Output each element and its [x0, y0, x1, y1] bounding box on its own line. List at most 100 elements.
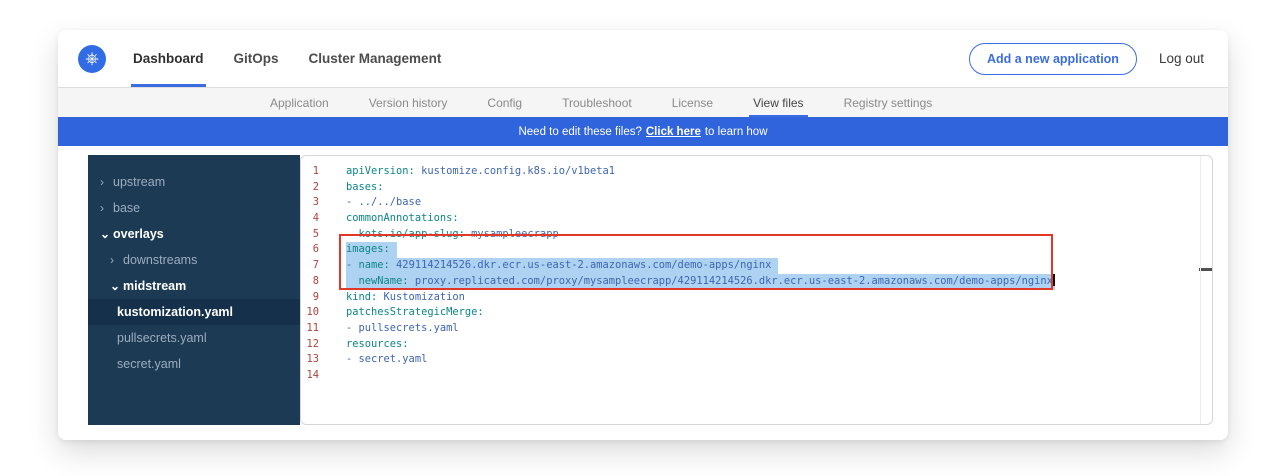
- code-text: bases:: [346, 180, 384, 196]
- application-tabs-bar: ApplicationVersion historyConfigTroubles…: [58, 88, 1228, 117]
- code-segment: commonAnnotations:: [346, 212, 459, 224]
- tree-item-label: secret.yaml: [117, 357, 181, 371]
- code-text: - secret.yaml: [346, 352, 427, 368]
- code-segment: [346, 228, 359, 240]
- main-nav: DashboardGitOpsCluster Management: [118, 30, 456, 87]
- editor-scrollbar-thumb[interactable]: [1199, 268, 1212, 271]
- line-number: 13: [301, 352, 319, 368]
- chevron-right-icon: ›: [100, 202, 113, 214]
- text-cursor: [1053, 274, 1055, 286]
- tree-file-pullsecrets-yaml[interactable]: pullsecrets.yaml: [88, 325, 300, 351]
- code-line: 12 resources:: [301, 337, 1212, 353]
- code-segment: kots.io/app-slug:: [359, 228, 465, 240]
- code-line: 13 - secret.yaml: [301, 352, 1212, 368]
- code-segment: - secret.yaml: [346, 353, 427, 365]
- line-number: 12: [301, 337, 319, 353]
- code-text: - name: 429114214526.dkr.ecr.us-east-2.a…: [346, 258, 778, 274]
- code-area: 1 apiVersion: kustomize.config.k8s.io/v1b…: [301, 164, 1212, 384]
- edit-files-banner: Need to edit these files? Click here to …: [58, 117, 1228, 146]
- code-segment: name:: [359, 259, 390, 271]
- tree-item-label: overlays: [113, 227, 164, 241]
- code-segment: images:: [346, 243, 390, 255]
- code-line: 6 images:: [301, 242, 1212, 258]
- nav-tab-dashboard[interactable]: Dashboard: [118, 30, 219, 87]
- code-segment: mysampleecrapp: [465, 228, 559, 240]
- code-segment: - ../../base: [346, 196, 421, 208]
- line-number: 11: [301, 321, 319, 337]
- tree-folder-upstream[interactable]: ›upstream: [88, 169, 300, 195]
- code-text: kots.io/app-slug: mysampleecrapp: [346, 227, 559, 243]
- code-segment: - pullsecrets.yaml: [346, 322, 459, 334]
- line-number: 4: [301, 211, 319, 227]
- code-segment: patchesStrategicMerge:: [346, 306, 484, 318]
- tab-view-files[interactable]: View files: [733, 88, 823, 117]
- code-text: resources:: [346, 337, 409, 353]
- code-line: 8 newName: proxy.replicated.com/proxy/my…: [301, 274, 1212, 290]
- line-number: 5: [301, 227, 319, 243]
- add-application-button[interactable]: Add a new application: [969, 43, 1137, 75]
- code-segment: proxy.replicated.com/proxy/mysampleecrap…: [409, 275, 1053, 287]
- nav-tab-cluster-management[interactable]: Cluster Management: [294, 30, 457, 87]
- banner-text-suffix: to learn how: [705, 126, 768, 138]
- tree-folder-base[interactable]: ›base: [88, 195, 300, 221]
- line-number: 1: [301, 164, 319, 180]
- tab-troubleshoot[interactable]: Troubleshoot: [542, 88, 652, 117]
- file-tree-sidebar: ›upstream›base⌄overlays›downstreams⌄mids…: [88, 155, 300, 425]
- code-line: 4 commonAnnotations:: [301, 211, 1212, 227]
- code-text: images:: [346, 242, 397, 258]
- tab-version-history[interactable]: Version history: [349, 88, 468, 117]
- view-files-content: ›upstream›base⌄overlays›downstreams⌄mids…: [58, 146, 1228, 440]
- code-segment: -: [346, 259, 359, 271]
- tab-registry-settings[interactable]: Registry settings: [824, 88, 953, 117]
- chevron-down-icon: ⌄: [100, 228, 113, 240]
- code-segment: newName:: [359, 275, 409, 287]
- kubernetes-logo-icon: ⎈: [78, 45, 106, 73]
- code-text: patchesStrategicMerge:: [346, 305, 484, 321]
- tab-application[interactable]: Application: [250, 88, 349, 117]
- code-segment: apiVersion:: [346, 165, 415, 177]
- tree-item-label: kustomization.yaml: [117, 305, 233, 319]
- code-line: 5 kots.io/app-slug: mysampleecrapp: [301, 227, 1212, 243]
- tree-item-label: midstream: [123, 279, 186, 293]
- tab-config[interactable]: Config: [467, 88, 542, 117]
- code-segment: kustomize.config.k8s.io/v1beta1: [415, 165, 615, 177]
- code-line: 11 - pullsecrets.yaml: [301, 321, 1212, 337]
- tree-folder-overlays[interactable]: ⌄overlays: [88, 221, 300, 247]
- tree-file-kustomization-yaml[interactable]: kustomization.yaml: [88, 299, 300, 325]
- line-number: 2: [301, 180, 319, 196]
- admin-console-window: ⎈ DashboardGitOpsCluster Management Add …: [58, 30, 1228, 440]
- logout-link[interactable]: Log out: [1159, 51, 1204, 66]
- code-segment: bases:: [346, 181, 384, 193]
- line-number: 6: [301, 242, 319, 258]
- chevron-right-icon: ›: [100, 176, 113, 188]
- line-number: 3: [301, 195, 319, 211]
- chevron-right-icon: ›: [110, 254, 123, 266]
- tree-folder-midstream[interactable]: ⌄midstream: [88, 273, 300, 299]
- tree-folder-downstreams[interactable]: ›downstreams: [88, 247, 300, 273]
- tab-license[interactable]: License: [652, 88, 733, 117]
- click-here-link[interactable]: Click here: [646, 126, 701, 138]
- top-navigation-bar: ⎈ DashboardGitOpsCluster Management Add …: [58, 30, 1228, 88]
- code-text: commonAnnotations:: [346, 211, 459, 227]
- yaml-editor[interactable]: 1 apiVersion: kustomize.config.k8s.io/v1b…: [300, 155, 1213, 425]
- code-text: - pullsecrets.yaml: [346, 321, 459, 337]
- line-number: 8: [301, 274, 319, 290]
- tree-file-secret-yaml[interactable]: secret.yaml: [88, 351, 300, 377]
- code-segment: Kustomization: [377, 291, 465, 303]
- chevron-down-icon: ⌄: [110, 280, 123, 292]
- code-line: 10 patchesStrategicMerge:: [301, 305, 1212, 321]
- code-segment: resources:: [346, 338, 409, 350]
- code-line: 3 - ../../base: [301, 195, 1212, 211]
- tree-item-label: upstream: [113, 175, 165, 189]
- code-line: 2 bases:: [301, 180, 1212, 196]
- code-line: 14: [301, 368, 1212, 384]
- line-number: 10: [301, 305, 319, 321]
- code-segment: kind:: [346, 291, 377, 303]
- tree-item-label: downstreams: [123, 253, 197, 267]
- code-segment: [346, 275, 359, 287]
- nav-tab-gitops[interactable]: GitOps: [219, 30, 294, 87]
- code-text: newName: proxy.replicated.com/proxy/mysa…: [346, 274, 1055, 290]
- tree-item-label: base: [113, 201, 140, 215]
- line-number: 14: [301, 368, 319, 384]
- code-text: apiVersion: kustomize.config.k8s.io/v1be…: [346, 164, 615, 180]
